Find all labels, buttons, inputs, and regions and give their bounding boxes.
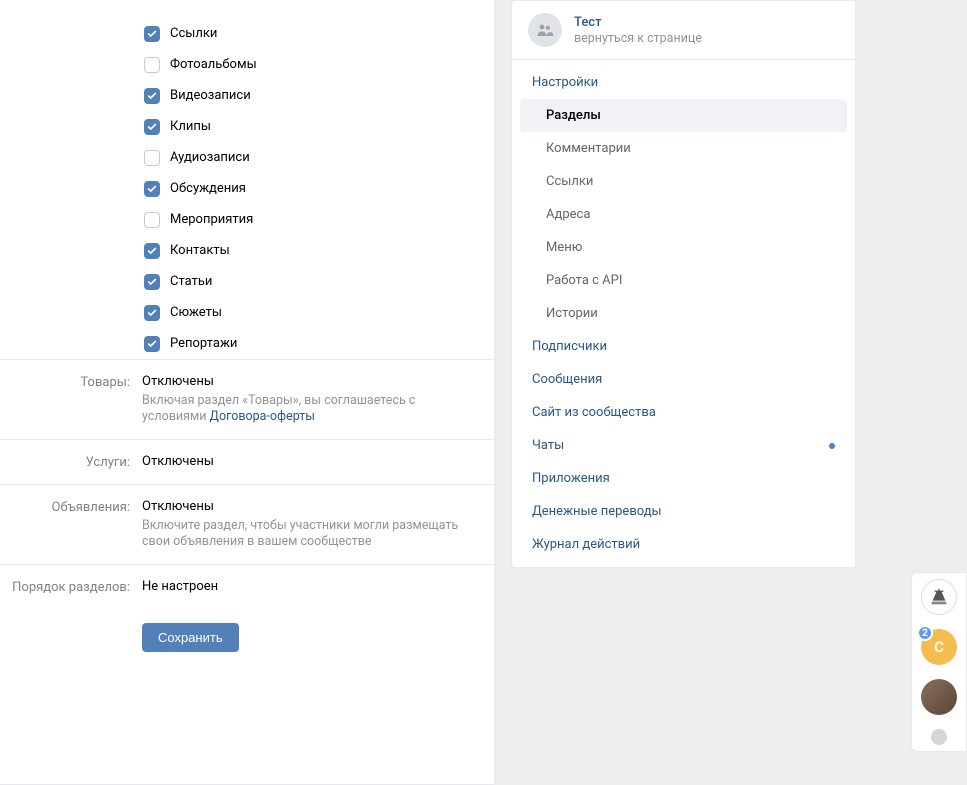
checkbox-label: Ссылки <box>170 26 217 41</box>
checkbox-icon <box>144 119 160 135</box>
checkbox-label: Репортажи <box>170 336 237 351</box>
offer-agreement-link[interactable]: Договора-оферты <box>210 409 315 424</box>
checkbox-label: Мероприятия <box>170 212 253 227</box>
sections-checkbox-list: Ссылки Фотоальбомы Видеозаписи Клипы Аудиоза… <box>0 0 494 359</box>
friend-avatar-4[interactable] <box>931 729 947 745</box>
checkbox-icon <box>144 150 160 166</box>
checkbox-row-3[interactable]: Клипы <box>144 111 494 142</box>
nav-messages[interactable]: Сообщения <box>512 363 855 396</box>
nav-transfers[interactable]: Денежные переводы <box>512 495 855 528</box>
checkbox-row-8[interactable]: Статьи <box>144 266 494 297</box>
checkbox-label: Контакты <box>170 243 230 258</box>
nav-chats[interactable]: Чаты <box>512 429 855 462</box>
settings-nav: Настройки Разделы Комментарии Ссылки Адр… <box>512 60 855 567</box>
ads-hint: Включите раздел, чтобы участники могли р… <box>142 518 474 550</box>
ads-value[interactable]: Отключены <box>142 499 474 514</box>
checkbox-row-1[interactable]: Фотоальбомы <box>144 49 494 80</box>
friends-sidebar: 2 С <box>911 572 967 752</box>
order-value[interactable]: Не настроен <box>142 579 474 594</box>
checkbox-row-7[interactable]: Контакты <box>144 235 494 266</box>
checkbox-label: Фотоальбомы <box>170 57 257 72</box>
order-label: Порядок разделов: <box>0 579 142 595</box>
group-return-label: вернуться к странице <box>574 31 702 46</box>
friend-avatar-1[interactable] <box>921 579 957 615</box>
checkbox-label: Обсуждения <box>170 181 246 196</box>
checkbox-icon <box>144 26 160 42</box>
checkbox-label: Видеозаписи <box>170 88 251 103</box>
checkbox-row-2[interactable]: Видеозаписи <box>144 80 494 111</box>
nav-subscribers[interactable]: Подписчики <box>512 330 855 363</box>
services-value[interactable]: Отключены <box>142 454 474 469</box>
checkbox-row-4[interactable]: Аудиозаписи <box>144 142 494 173</box>
notification-badge: 2 <box>917 625 933 641</box>
checkbox-icon <box>144 57 160 73</box>
settings-form: Ссылки Фотоальбомы Видеозаписи Клипы Аудиоза… <box>0 0 495 785</box>
checkbox-row-10[interactable]: Репортажи <box>144 328 494 359</box>
group-avatar-icon <box>528 13 562 47</box>
checkbox-icon <box>144 243 160 259</box>
goods-value[interactable]: Отключены <box>142 374 474 389</box>
checkbox-row-9[interactable]: Сюжеты <box>144 297 494 328</box>
checkbox-icon <box>144 305 160 321</box>
checkbox-label: Аудиозаписи <box>170 150 250 165</box>
services-row: Услуги: Отключены <box>0 440 494 484</box>
settings-nav-panel: Тест вернуться к странице Настройки Разд… <box>511 0 856 785</box>
nav-comments[interactable]: Комментарии <box>512 132 855 165</box>
nav-apps[interactable]: Приложения <box>512 462 855 495</box>
save-button[interactable]: Сохранить <box>142 623 239 652</box>
checkbox-label: Клипы <box>170 119 211 134</box>
checkbox-row-6[interactable]: Мероприятия <box>144 204 494 235</box>
goods-hint: Включая раздел «Товары», вы соглашаетесь… <box>142 393 474 425</box>
group-header-link[interactable]: Тест вернуться к странице <box>512 1 855 60</box>
friend-avatar-3[interactable] <box>921 679 957 715</box>
order-row: Порядок разделов: Не настроен <box>0 565 494 609</box>
nav-api[interactable]: Работа с API <box>512 264 855 297</box>
ads-label: Объявления: <box>0 499 142 550</box>
nav-stories[interactable]: Истории <box>512 297 855 330</box>
checkbox-label: Сюжеты <box>170 305 222 320</box>
friend-avatar-2[interactable]: 2 С <box>921 629 957 665</box>
checkbox-label: Статьи <box>170 274 212 289</box>
goods-row: Товары: Отключены Включая раздел «Товары… <box>0 360 494 439</box>
nav-sections[interactable]: Разделы <box>520 99 847 132</box>
nav-site[interactable]: Сайт из сообщества <box>512 396 855 429</box>
goods-label: Товары: <box>0 374 142 425</box>
nav-addresses[interactable]: Адреса <box>512 198 855 231</box>
checkbox-row-5[interactable]: Обсуждения <box>144 173 494 204</box>
nav-menu[interactable]: Меню <box>512 231 855 264</box>
checkbox-icon <box>144 181 160 197</box>
nav-settings[interactable]: Настройки <box>512 66 855 99</box>
nav-log[interactable]: Журнал действий <box>512 528 855 561</box>
checkbox-icon <box>144 88 160 104</box>
checkbox-icon <box>144 274 160 290</box>
checkbox-icon <box>144 336 160 352</box>
checkbox-row-0[interactable]: Ссылки <box>144 18 494 49</box>
services-label: Услуги: <box>0 454 142 470</box>
ads-row: Объявления: Отключены Включите раздел, ч… <box>0 485 494 564</box>
nav-links[interactable]: Ссылки <box>512 165 855 198</box>
group-name: Тест <box>574 15 702 31</box>
checkbox-icon <box>144 212 160 228</box>
